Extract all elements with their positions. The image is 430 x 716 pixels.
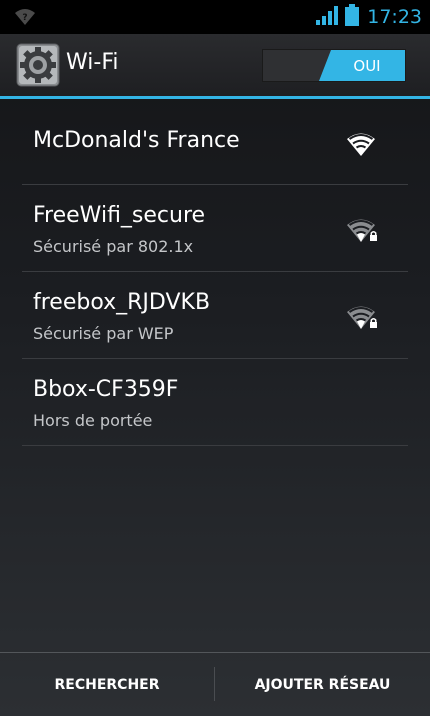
page-title: Wi-Fi <box>66 50 119 75</box>
network-name: FreeWifi_secure <box>33 203 206 228</box>
network-status: Hors de portée <box>33 411 153 430</box>
list-item[interactable]: Bbox-CF359F Hors de portée <box>0 359 430 446</box>
wifi-signal-icon <box>346 130 380 158</box>
wifi-signal-lock-icon <box>346 216 380 244</box>
battery-icon <box>345 4 360 30</box>
list-item[interactable]: McDonald's France <box>0 99 430 185</box>
settings-gear-icon[interactable] <box>16 43 60 87</box>
clock: 17:23 <box>367 6 422 28</box>
bottom-action-bar: RECHERCHER AJOUTER RÉSEAU <box>0 652 430 716</box>
list-item[interactable]: freebox_RJDVKB Sécurisé par WEP <box>0 272 430 359</box>
network-name: McDonald's France <box>33 128 240 153</box>
add-network-button[interactable]: AJOUTER RÉSEAU <box>215 653 430 716</box>
toggle-on-thumb: OUI <box>319 50 405 81</box>
search-button[interactable]: RECHERCHER <box>0 653 214 716</box>
wifi-signal-lock-icon <box>346 303 380 331</box>
list-item[interactable]: FreeWifi_secure Sécurisé par 802.1x <box>0 185 430 272</box>
action-bar: Wi-Fi OUI <box>0 34 430 96</box>
network-list: McDonald's France FreeWifi_secure Sécuri… <box>0 99 430 446</box>
wifi-question-icon: ? <box>14 8 36 30</box>
network-name: freebox_RJDVKB <box>33 290 211 315</box>
status-bar: ? 17:23 <box>0 0 430 34</box>
network-name: Bbox-CF359F <box>33 377 179 402</box>
svg-text:?: ? <box>22 13 27 23</box>
divider <box>22 445 408 446</box>
wifi-toggle[interactable]: OUI <box>262 49 406 82</box>
toggle-label: OUI <box>353 56 381 75</box>
signal-strength-icon <box>315 4 339 30</box>
network-status: Sécurisé par WEP <box>33 324 174 343</box>
network-status: Sécurisé par 802.1x <box>33 237 194 256</box>
